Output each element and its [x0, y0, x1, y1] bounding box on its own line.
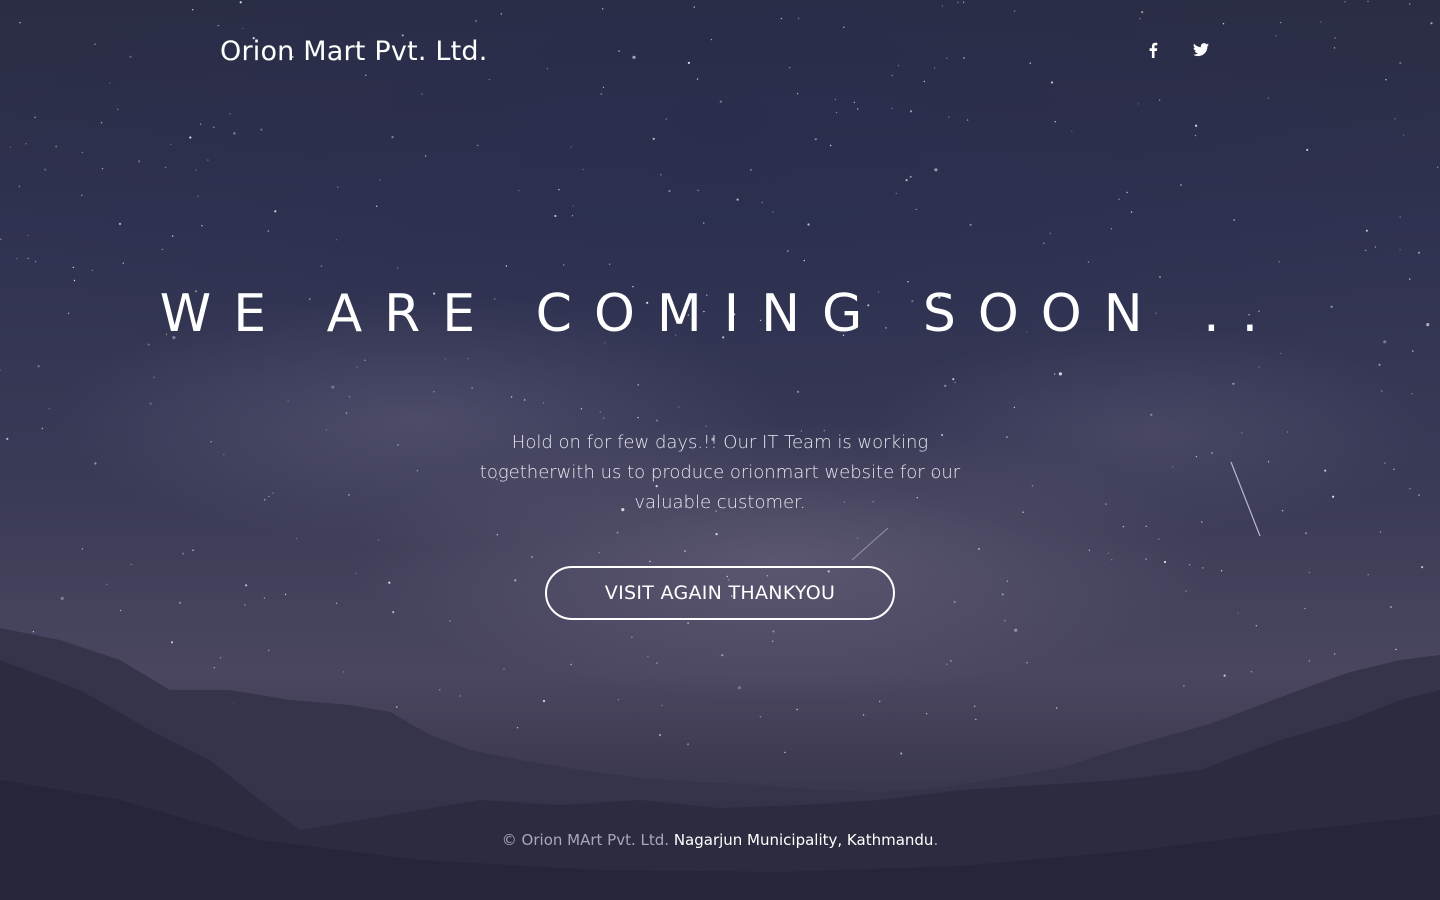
coming-soon-headline: WE ARE COMING SOON ..	[159, 284, 1281, 344]
visit-again-button[interactable]: VISIT AGAIN THANKYOU	[545, 566, 895, 620]
footer-trailing: .	[933, 831, 939, 849]
coming-soon-page: Orion Mart Pvt. Ltd. WE ARE COMING SOON …	[0, 0, 1440, 900]
footer-copyright: © Orion MArt Pvt. Ltd.	[501, 831, 670, 849]
twitter-icon[interactable]	[1192, 40, 1210, 60]
hero-message: Hold on for few days.!! Our IT Team is w…	[479, 432, 961, 513]
social-links	[1144, 40, 1210, 60]
footer: © Orion MArt Pvt. Ltd. Nagarjun Municipa…	[0, 831, 1440, 849]
footer-address-link[interactable]: Nagarjun Municipality, Kathmandu	[674, 831, 934, 849]
facebook-icon[interactable]	[1144, 40, 1162, 60]
brand-name[interactable]: Orion Mart Pvt. Ltd.	[220, 36, 488, 67]
